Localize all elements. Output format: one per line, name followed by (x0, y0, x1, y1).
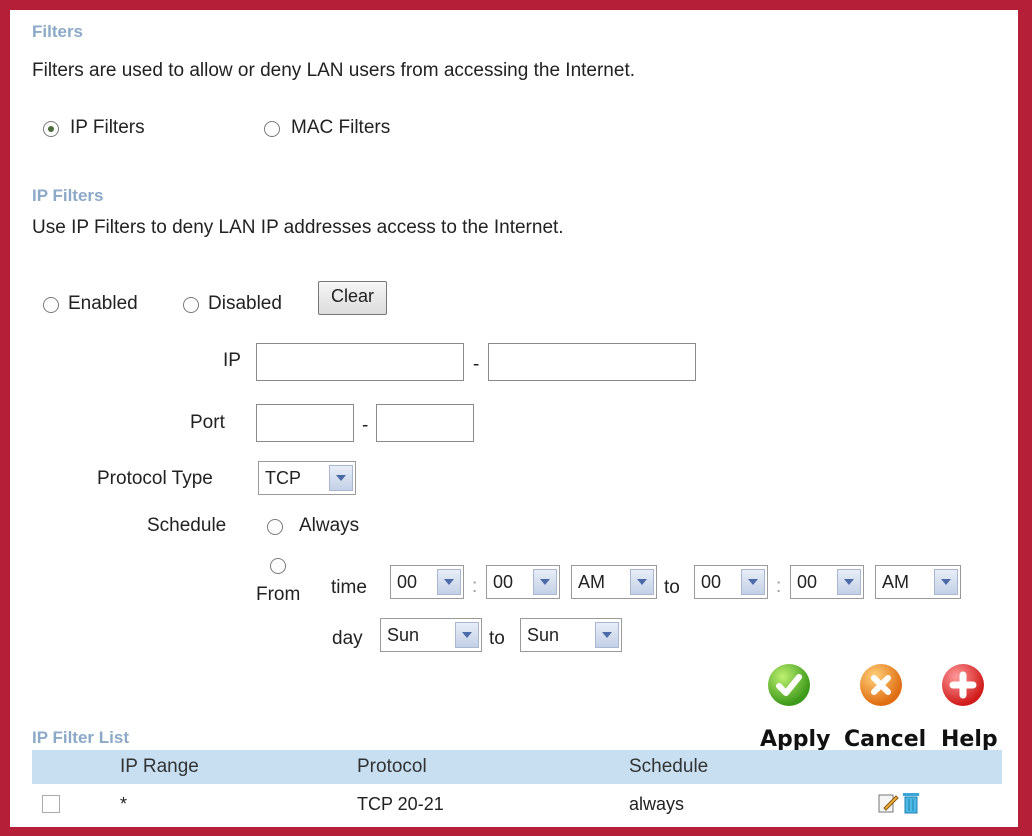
apply-label[interactable]: Apply (760, 727, 830, 752)
table-row: * TCP 20-21 always (32, 786, 1002, 822)
time-from-ampm-value: AM (578, 572, 605, 592)
edit-icon[interactable] (877, 792, 899, 814)
enabled-radio-label: Enabled (68, 293, 138, 314)
row-ip-range: * (120, 794, 128, 814)
time-label: time (331, 577, 367, 598)
protocol-type-label: Protocol Type (97, 468, 213, 489)
chevron-down-icon (329, 465, 353, 491)
schedule-always-radio[interactable] (267, 519, 283, 535)
day-to-label: to (489, 628, 505, 649)
time-to-separator: : (776, 576, 782, 597)
plus-icon (949, 671, 977, 699)
ip-start-input[interactable] (256, 343, 464, 381)
trash-icon[interactable] (902, 791, 920, 815)
row-select-checkbox[interactable] (42, 795, 60, 813)
mac-filters-radio-label: MAC Filters (291, 117, 391, 138)
chevron-down-icon (533, 569, 557, 595)
schedule-from-radio[interactable] (270, 558, 286, 574)
time-to-ampm-value: AM (882, 572, 909, 592)
ip-end-input[interactable] (488, 343, 696, 381)
protocol-type-value: TCP (265, 468, 301, 488)
day-label: day (332, 628, 363, 649)
row-schedule: always (629, 794, 685, 814)
time-to-hour-select[interactable]: 00 (694, 565, 768, 599)
cancel-label[interactable]: Cancel (844, 727, 926, 752)
mac-filters-radio[interactable] (264, 121, 280, 137)
ip-label: IP (223, 350, 241, 371)
ip-filters-description: Use IP Filters to deny LAN IP addresses … (32, 217, 564, 238)
ip-range-separator: - (473, 354, 480, 375)
day-from-value: Sun (387, 625, 420, 645)
ip-filters-radio-label: IP Filters (70, 117, 145, 138)
column-ip-range: IP Range (120, 756, 199, 777)
filters-description: Filters are used to allow or deny LAN us… (32, 60, 635, 81)
help-button[interactable] (942, 664, 984, 706)
chevron-down-icon (595, 622, 619, 648)
time-from-hour-select[interactable]: 00 (390, 565, 464, 599)
chevron-down-icon (437, 569, 461, 595)
chevron-down-icon (455, 622, 479, 648)
chevron-down-icon (934, 569, 958, 595)
time-from-ampm-select[interactable]: AM (571, 565, 657, 599)
column-schedule: Schedule (629, 756, 709, 777)
help-label[interactable]: Help (941, 727, 998, 752)
ip-filters-radio[interactable] (43, 121, 59, 137)
chevron-down-icon (741, 569, 765, 595)
chevron-down-icon (630, 569, 654, 595)
time-from-minute-value: 00 (493, 572, 514, 592)
filters-panel: Filters Filters are used to allow or den… (10, 10, 1018, 827)
day-to-value: Sun (527, 625, 560, 645)
filter-list-header: IP Range Protocol Schedule (32, 750, 1002, 784)
checkmark-icon (776, 674, 802, 696)
chevron-down-icon (837, 569, 861, 595)
time-to-ampm-select[interactable]: AM (875, 565, 961, 599)
port-end-input[interactable] (376, 404, 474, 442)
port-range-separator: - (362, 415, 369, 436)
day-to-select[interactable]: Sun (520, 618, 622, 652)
time-from-minute-select[interactable]: 00 (486, 565, 560, 599)
time-to-label: to (664, 577, 680, 598)
enabled-radio[interactable] (43, 297, 59, 313)
protocol-type-select[interactable]: TCP (258, 461, 356, 495)
schedule-label: Schedule (147, 515, 227, 536)
cancel-button[interactable] (860, 664, 902, 706)
disabled-radio-label: Disabled (208, 293, 282, 314)
time-to-minute-select[interactable]: 00 (790, 565, 864, 599)
row-protocol: TCP 20-21 (357, 794, 444, 814)
apply-button[interactable] (768, 664, 810, 706)
disabled-radio[interactable] (183, 297, 199, 313)
day-from-select[interactable]: Sun (380, 618, 482, 652)
time-to-minute-value: 00 (797, 572, 818, 592)
schedule-always-label: Always (299, 515, 360, 536)
time-from-separator: : (472, 576, 478, 597)
port-label: Port (190, 412, 225, 433)
clear-button[interactable]: Clear (318, 281, 388, 315)
filters-title: Filters (32, 22, 84, 41)
ip-filters-title: IP Filters (32, 186, 104, 205)
port-start-input[interactable] (256, 404, 354, 442)
close-icon (871, 675, 891, 695)
column-protocol: Protocol (357, 756, 427, 777)
time-from-hour-value: 00 (397, 572, 418, 592)
ip-filter-list-title: IP Filter List (32, 728, 129, 747)
time-to-hour-value: 00 (701, 572, 722, 592)
schedule-from-label: From (256, 584, 301, 605)
